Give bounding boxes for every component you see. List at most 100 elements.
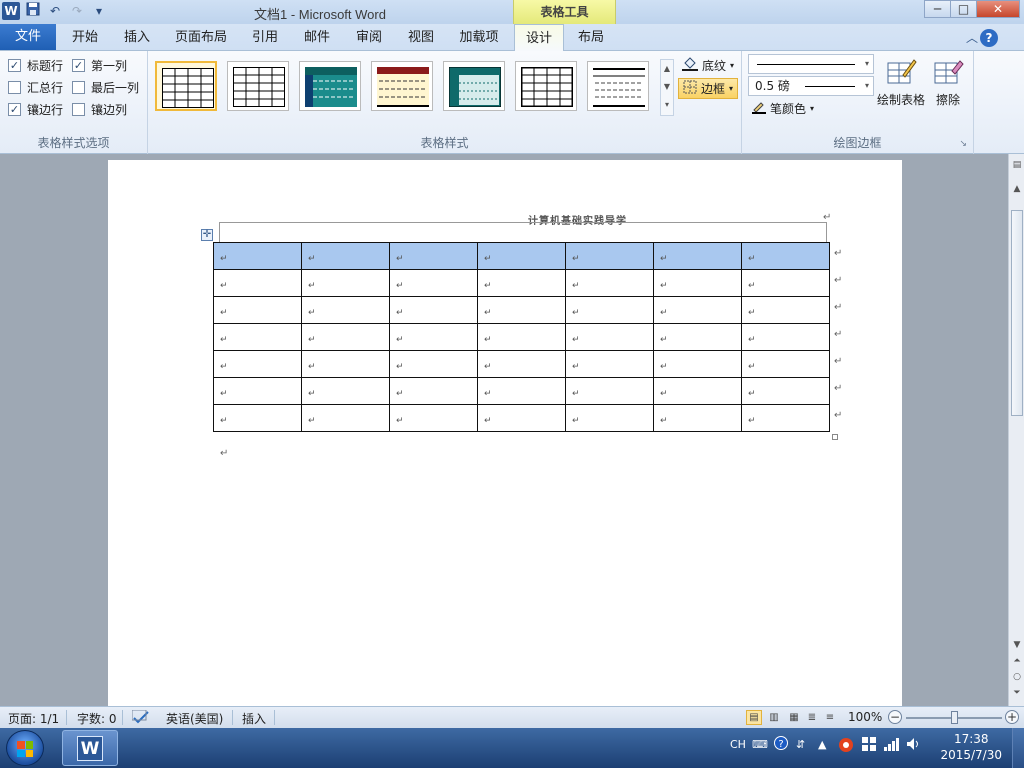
table-cell[interactable]: ↵ [389,377,478,405]
tab-page-layout[interactable]: 页面布局 [170,24,232,51]
tab-home[interactable]: 开始 [62,24,108,51]
maximize-button[interactable]: □ [950,0,977,18]
collapse-ribbon-icon[interactable]: ︿ [966,29,978,46]
table-cell[interactable]: ↵ [653,404,742,432]
option-last-column[interactable]: 最后一列 [72,79,139,96]
table-cell[interactable]: ↵ [477,269,566,297]
help-icon[interactable]: ? [774,736,788,753]
tab-mailings[interactable]: 邮件 [294,24,340,51]
table-cell[interactable]: ↵ [741,269,830,297]
title-cell[interactable] [219,222,827,243]
outline-view-icon[interactable]: ≣ [804,710,820,725]
table-cell[interactable]: ↵ [477,242,566,270]
tab-design[interactable]: 设计 [514,24,564,52]
table-row[interactable]: ↵ ↵ ↵ ↵ ↵ ↵ ↵ [213,296,830,324]
table-cell[interactable]: ↵ [213,296,302,324]
tab-references[interactable]: 引用 [242,24,288,51]
close-button[interactable]: ✕ [976,0,1020,18]
draw-table-button[interactable]: 绘制表格 [874,57,928,108]
table-cell[interactable]: ↵ [741,296,830,324]
table-cell[interactable]: ↵ [653,323,742,351]
scroll-down-icon[interactable]: ▼ [1009,640,1024,650]
option-first-column[interactable]: ✓ 第一列 [72,57,127,74]
tab-file[interactable]: 文件 [0,24,56,50]
checkbox-checked-icon[interactable]: ✓ [8,59,21,72]
table-cell[interactable]: ↵ [301,323,390,351]
table-cell[interactable]: ↵ [565,377,654,405]
previous-page-icon[interactable]: ⏶ [1009,656,1024,666]
table-cell[interactable]: ↵ [741,377,830,405]
table-row[interactable]: ↵ ↵ ↵ ↵ ↵ ↵ ↵ [213,350,830,378]
table-cell[interactable]: ↵ [389,296,478,324]
checkbox-icon[interactable] [72,81,85,94]
table-cell[interactable]: ↵ [741,323,830,351]
web-layout-icon[interactable]: ▦ [786,710,802,725]
table-cell[interactable]: ↵ [565,242,654,270]
table-cell[interactable]: ↵ [301,269,390,297]
checkbox-icon[interactable] [8,81,21,94]
table-style-swatch-5[interactable] [443,61,505,111]
table-cell[interactable]: ↵ [389,350,478,378]
table-cell[interactable]: ↵ [565,323,654,351]
vertical-scrollbar[interactable]: ▤ ▲ ▼ ⏶ ○ ⏷ [1008,154,1024,706]
table-cell[interactable]: ↵ [213,323,302,351]
show-desktop-button[interactable] [1012,728,1024,768]
start-button[interactable] [6,730,44,766]
ime-indicator[interactable]: CH [730,738,746,751]
draft-view-icon[interactable]: ≡ [822,710,838,725]
tab-layout[interactable]: 布局 [568,24,614,51]
table-cell[interactable]: ↵ [477,350,566,378]
option-header-row[interactable]: ✓ 标题行 [8,57,63,74]
help-icon[interactable]: ? [980,29,998,47]
table-cell[interactable]: ↵ [213,404,302,432]
table-style-swatch-1[interactable] [155,61,217,111]
table-cell[interactable]: ↵ [653,377,742,405]
browse-object-icon[interactable]: ○ [1009,672,1024,682]
table-cell[interactable]: ↵ [477,296,566,324]
table-row[interactable]: ↵ ↵ ↵ ↵ ↵ ↵ ↵ [213,377,830,405]
table-row[interactable]: ↵ ↵ ↵ ↵ ↵ ↵ ↵ [213,269,830,297]
scroll-down-icon[interactable]: ▼ [661,78,673,96]
line-weight-dropdown[interactable]: 0.5 磅 ▾ [748,76,874,96]
word-count[interactable]: 字数: 0 [77,710,117,727]
table-row[interactable]: ↵ ↵ ↵ ↵ ↵ ↵ ↵ [213,242,830,270]
table-style-swatch-4[interactable] [371,61,433,111]
insert-mode[interactable]: 插入 [242,710,266,727]
ime-options-icon[interactable]: ⇵ [796,738,805,751]
table-cell[interactable]: ↵ [565,350,654,378]
page-count[interactable]: 页面: 1/1 [8,710,59,727]
network-icon[interactable] [884,737,900,754]
zoom-level[interactable]: 100% [848,710,882,724]
table-cell[interactable]: ↵ [301,242,390,270]
scroll-thumb[interactable] [1011,210,1023,416]
table-cell[interactable]: ↵ [741,404,830,432]
windows-update-icon[interactable] [862,737,876,754]
taskbar-word-button[interactable]: W [62,730,118,766]
document-table[interactable]: ↵ ↵ ↵ ↵ ↵ ↵ ↵ ↵ ↵ ↵ ↵ ↵ ↵ ↵ ↵ ↵ ↵ ↵ ↵ ↵ ↵ ↵ ↵ ↵ ↵ ↵ ↵ ↵ ↵ ↵ ↵ ↵ ↵ ↵ ↵ ↵ ↵ ↵ ↵ ↵… [213,242,830,432]
table-move-handle-icon[interactable]: ✛ [201,229,213,241]
security-icon[interactable] [838,737,854,756]
table-cell[interactable]: ↵ [653,296,742,324]
table-cell[interactable]: ↵ [389,242,478,270]
table-style-swatch-7[interactable] [587,61,649,111]
tab-insert[interactable]: 插入 [114,24,160,51]
table-cell[interactable]: ↵ [477,323,566,351]
table-cell[interactable]: ↵ [653,350,742,378]
tab-review[interactable]: 审阅 [346,24,392,51]
table-cell[interactable]: ↵ [653,242,742,270]
table-cell[interactable]: ↵ [477,404,566,432]
proofing-icon[interactable] [131,709,150,727]
table-cell[interactable]: ↵ [301,350,390,378]
tab-view[interactable]: 视图 [398,24,444,51]
clock[interactable]: 17:38 2015/7/30 [940,731,1002,763]
option-total-row[interactable]: 汇总行 [8,79,63,96]
table-cell[interactable]: ↵ [565,296,654,324]
table-row[interactable]: ↵ ↵ ↵ ↵ ↵ ↵ ↵ [213,323,830,351]
show-hidden-icons-icon[interactable]: ▲ [818,738,826,751]
table-style-swatch-3[interactable] [299,61,361,111]
pen-color-button[interactable]: 笔颜色 ▾ [752,100,814,117]
table-cell[interactable]: ↵ [389,404,478,432]
ruler-toggle-icon[interactable]: ▤ [1009,160,1024,170]
zoom-out-icon[interactable]: − [888,710,902,724]
table-cell[interactable]: ↵ [213,377,302,405]
